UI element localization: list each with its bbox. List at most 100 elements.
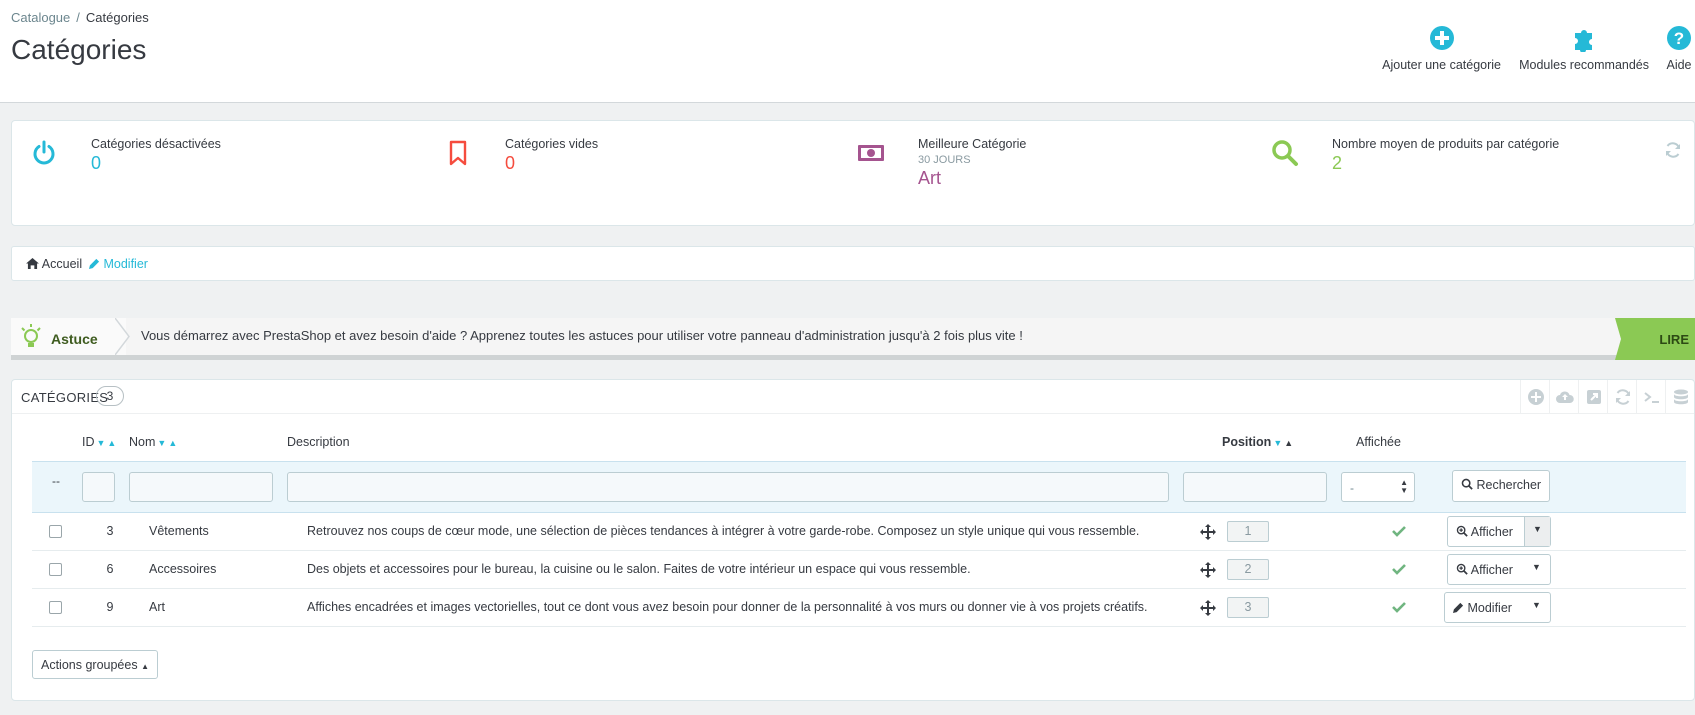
home-link[interactable]: Accueil [26, 257, 82, 271]
enabled-check-icon[interactable] [1392, 600, 1406, 614]
column-position-label: Position [1222, 435, 1272, 449]
row-checkbox[interactable] [49, 601, 62, 614]
import-tool[interactable] [1549, 380, 1578, 414]
breadcrumb-separator: / [76, 10, 80, 25]
filter-position-input[interactable] [1183, 472, 1327, 502]
row-name[interactable]: Vêtements [149, 524, 209, 538]
sort-desc-icon[interactable]: ▼ [97, 438, 106, 448]
drag-move-icon[interactable] [1200, 524, 1216, 540]
column-header-id[interactable]: ID ▼ ▲ [82, 435, 116, 449]
help-button[interactable]: ? Aide [1665, 24, 1693, 72]
database-icon [1674, 389, 1688, 405]
column-header-position[interactable]: Position ▼ ▲ [1222, 435, 1293, 449]
add-category-button[interactable]: Ajouter une catégorie [1382, 24, 1501, 72]
action-dropdown-toggle[interactable]: ▼ [1524, 517, 1550, 546]
action-label: Afficher [1470, 525, 1513, 539]
row-id[interactable]: 3 [100, 524, 120, 538]
tip-label-text: Astuce [51, 331, 98, 347]
lightbulb-icon [21, 324, 41, 347]
filter-description-input[interactable] [287, 472, 1169, 502]
column-header-displayed: Affichée [1356, 435, 1401, 449]
sort-desc-icon[interactable]: ▼ [1273, 438, 1282, 448]
row-position: 2 [1227, 559, 1269, 580]
tip-chevron-divider [115, 318, 130, 355]
kpi-label: Nombre moyen de produits par catégorie [1332, 137, 1560, 151]
drag-move-icon[interactable] [1200, 600, 1216, 616]
plus-circle-icon [1429, 26, 1454, 50]
cloud-upload-icon [1556, 391, 1574, 403]
tip-label: Astuce [11, 318, 126, 355]
view-action[interactable]: Afficher [1456, 563, 1513, 577]
row-id[interactable]: 6 [100, 562, 120, 576]
kpi-label: Meilleure Catégorie [918, 137, 1027, 151]
kpi-panel: Catégories désactivées 0 Catégories vide… [11, 120, 1695, 226]
row-description[interactable]: Affiches encadrées et images vectorielle… [307, 600, 1148, 614]
action-label: Modifier [1467, 601, 1512, 615]
sql-query-tool[interactable] [1636, 380, 1665, 414]
export-tool[interactable] [1578, 380, 1607, 414]
table-row: 6 Accessoires Des objets et accessoires … [32, 551, 1686, 589]
search-button[interactable]: Rechercher [1452, 470, 1551, 502]
sort-asc-icon[interactable]: ▲ [107, 438, 116, 448]
filter-id-input[interactable] [82, 472, 115, 502]
home-icon [26, 258, 39, 269]
filter-dash: -- [52, 474, 60, 488]
add-new-tool[interactable] [1520, 380, 1549, 414]
row-checkbox[interactable] [49, 525, 62, 538]
filter-displayed-select[interactable]: - ▲ ▼ [1341, 472, 1415, 502]
row-action-button[interactable]: Afficher ▼ [1447, 516, 1551, 547]
kpi-value: 2 [1332, 153, 1343, 173]
zoom-in-icon [1456, 525, 1468, 537]
kpi-label: Catégories désactivées [91, 137, 221, 151]
puzzle-icon [1575, 30, 1593, 52]
recommended-modules-button[interactable]: Modules recommandés [1519, 24, 1649, 72]
row-description[interactable]: Retrouvez nos coups de cœur mode, une sé… [307, 524, 1139, 538]
search-button-label: Rechercher [1476, 478, 1542, 492]
column-header-name[interactable]: Nom ▼ ▲ [129, 435, 177, 449]
refresh-icon[interactable] [1664, 141, 1682, 159]
kpi-value: 0 [91, 153, 102, 173]
tip-read-button[interactable]: LIRE [1615, 318, 1695, 360]
enabled-check-icon[interactable] [1392, 562, 1406, 576]
row-position: 3 [1227, 597, 1269, 618]
breadcrumb: Catalogue / Catégories [11, 10, 149, 25]
recommended-modules-label: Modules recommandés [1519, 58, 1649, 72]
sort-desc-icon[interactable]: ▼ [157, 438, 166, 448]
database-tool[interactable] [1665, 380, 1694, 414]
caret-down-icon: ▼ [1532, 600, 1541, 610]
plus-circle-icon [1528, 389, 1544, 405]
home-label: Accueil [41, 257, 83, 271]
bulk-actions-button[interactable]: Actions groupées ▲ [32, 650, 158, 679]
enabled-check-icon[interactable] [1392, 524, 1406, 538]
row-id[interactable]: 9 [100, 600, 120, 614]
refresh-list-tool[interactable] [1607, 380, 1636, 414]
row-name[interactable]: Accessoires [149, 562, 216, 576]
tip-read-label: LIRE [1659, 332, 1689, 347]
action-dropdown-toggle[interactable]: ▼ [1524, 555, 1550, 584]
row-description[interactable]: Des objets et accessoires pour le bureau… [307, 562, 971, 576]
categories-list-panel: Catégories 3 ID ▼ ▲ Nom ▼ ▲ Description [11, 379, 1695, 701]
edit-category-link[interactable]: Modifier [89, 257, 148, 271]
view-action[interactable]: Afficher [1456, 525, 1513, 539]
sort-asc-icon[interactable]: ▲ [168, 438, 177, 448]
breadcrumb-catalogue[interactable]: Catalogue [11, 10, 70, 25]
row-checkbox[interactable] [49, 563, 62, 576]
row-action-button[interactable]: Afficher ▼ [1447, 554, 1551, 585]
edit-action[interactable]: Modifier [1453, 601, 1512, 615]
row-action-button[interactable]: Modifier ▼ [1444, 592, 1551, 623]
caret-up-icon: ▲ [141, 662, 149, 671]
filter-name-input[interactable] [129, 472, 273, 502]
row-name[interactable]: Art [149, 600, 165, 614]
drag-move-icon[interactable] [1200, 562, 1216, 578]
zoom-in-icon [1456, 563, 1468, 575]
bulk-actions-label: Actions groupées [41, 658, 138, 672]
caret-down-icon: ▼ [1532, 562, 1541, 572]
action-dropdown-toggle[interactable]: ▼ [1524, 593, 1550, 622]
add-category-label: Ajouter une catégorie [1382, 58, 1501, 72]
category-tree-bar: Accueil Modifier [11, 246, 1695, 281]
kpi-value: 0 [505, 153, 516, 173]
sort-asc-icon-active[interactable]: ▲ [1284, 438, 1293, 448]
tip-text: Vous démarrez avec PrestaShop et avez be… [141, 328, 1023, 343]
kpi-value: Art [918, 168, 942, 188]
refresh-icon [1616, 389, 1630, 405]
